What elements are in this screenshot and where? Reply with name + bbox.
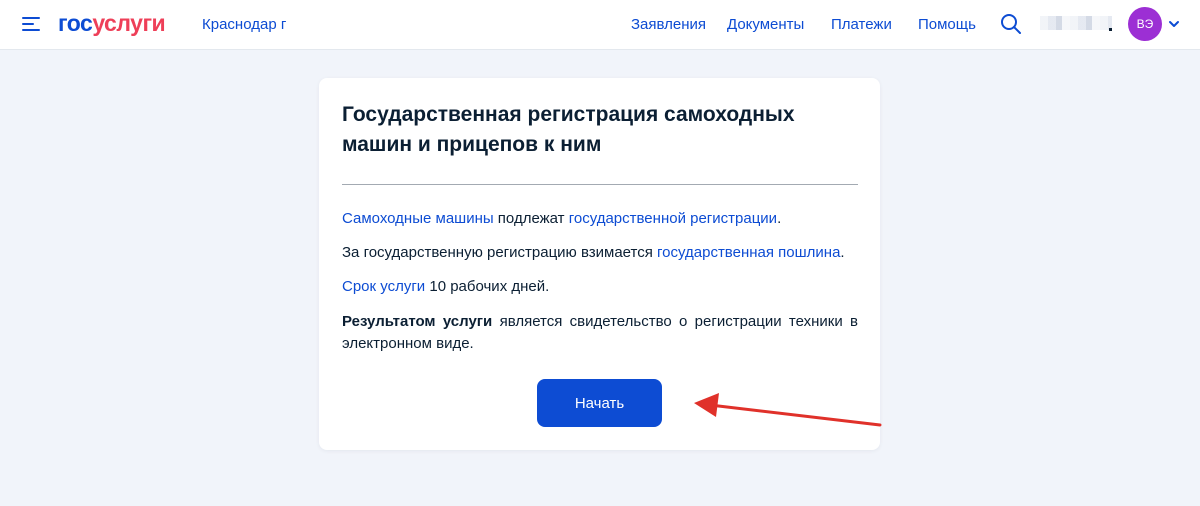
logo-part-1: гос [58,10,93,36]
nav-help[interactable]: Помощь [918,16,976,33]
gosuslugi-logo[interactable]: госуслуги [58,9,166,37]
state-registration-link[interactable]: государственной регистрации [569,210,777,227]
top-header: госуслуги Краснодар г Заявления Документ… [0,0,1200,50]
service-description-paragraph: Самоходные машины подлежат государственн… [342,208,858,230]
avatar[interactable]: ВЭ [1128,7,1162,41]
burger-menu-icon[interactable] [22,16,40,32]
logo-part-2: услуги [92,10,166,36]
search-icon[interactable] [1000,13,1022,35]
state-fee-link[interactable]: государственная пошлина [657,244,840,261]
text-fragment: За государственную регистрацию взимается [342,244,658,261]
region-selector[interactable]: Краснодар г [202,16,286,33]
text-fragment: . [840,244,845,261]
text-fragment: 10 рабочих дней. [425,278,550,295]
annotation-arrow-icon [694,393,882,427]
user-name-redacted[interactable] [1040,16,1112,30]
nav-payments[interactable]: Платежи [831,16,892,33]
page-title: Государственная регистрация самоходных м… [342,103,795,156]
text-fragment: . [777,210,782,227]
text-fragment: подлежат [493,210,569,227]
chevron-down-icon[interactable] [1168,18,1180,30]
divider [342,184,858,185]
nav-applications[interactable]: Заявления [631,16,706,33]
self-propelled-machines-link[interactable]: Самоходные машины [342,210,494,227]
user-name-dot [1109,28,1112,31]
result-label: Результатом услуги [342,313,493,330]
start-button[interactable]: Начать [537,379,662,427]
service-term-link[interactable]: Срок услуги [342,278,425,295]
service-result-paragraph: Результатом услуги является свидетельств… [342,311,858,355]
service-term-paragraph: Срок услуги 10 рабочих дней. [342,276,858,298]
fee-paragraph: За государственную регистрацию взимается… [342,242,858,264]
nav-documents[interactable]: Документы [727,16,804,33]
